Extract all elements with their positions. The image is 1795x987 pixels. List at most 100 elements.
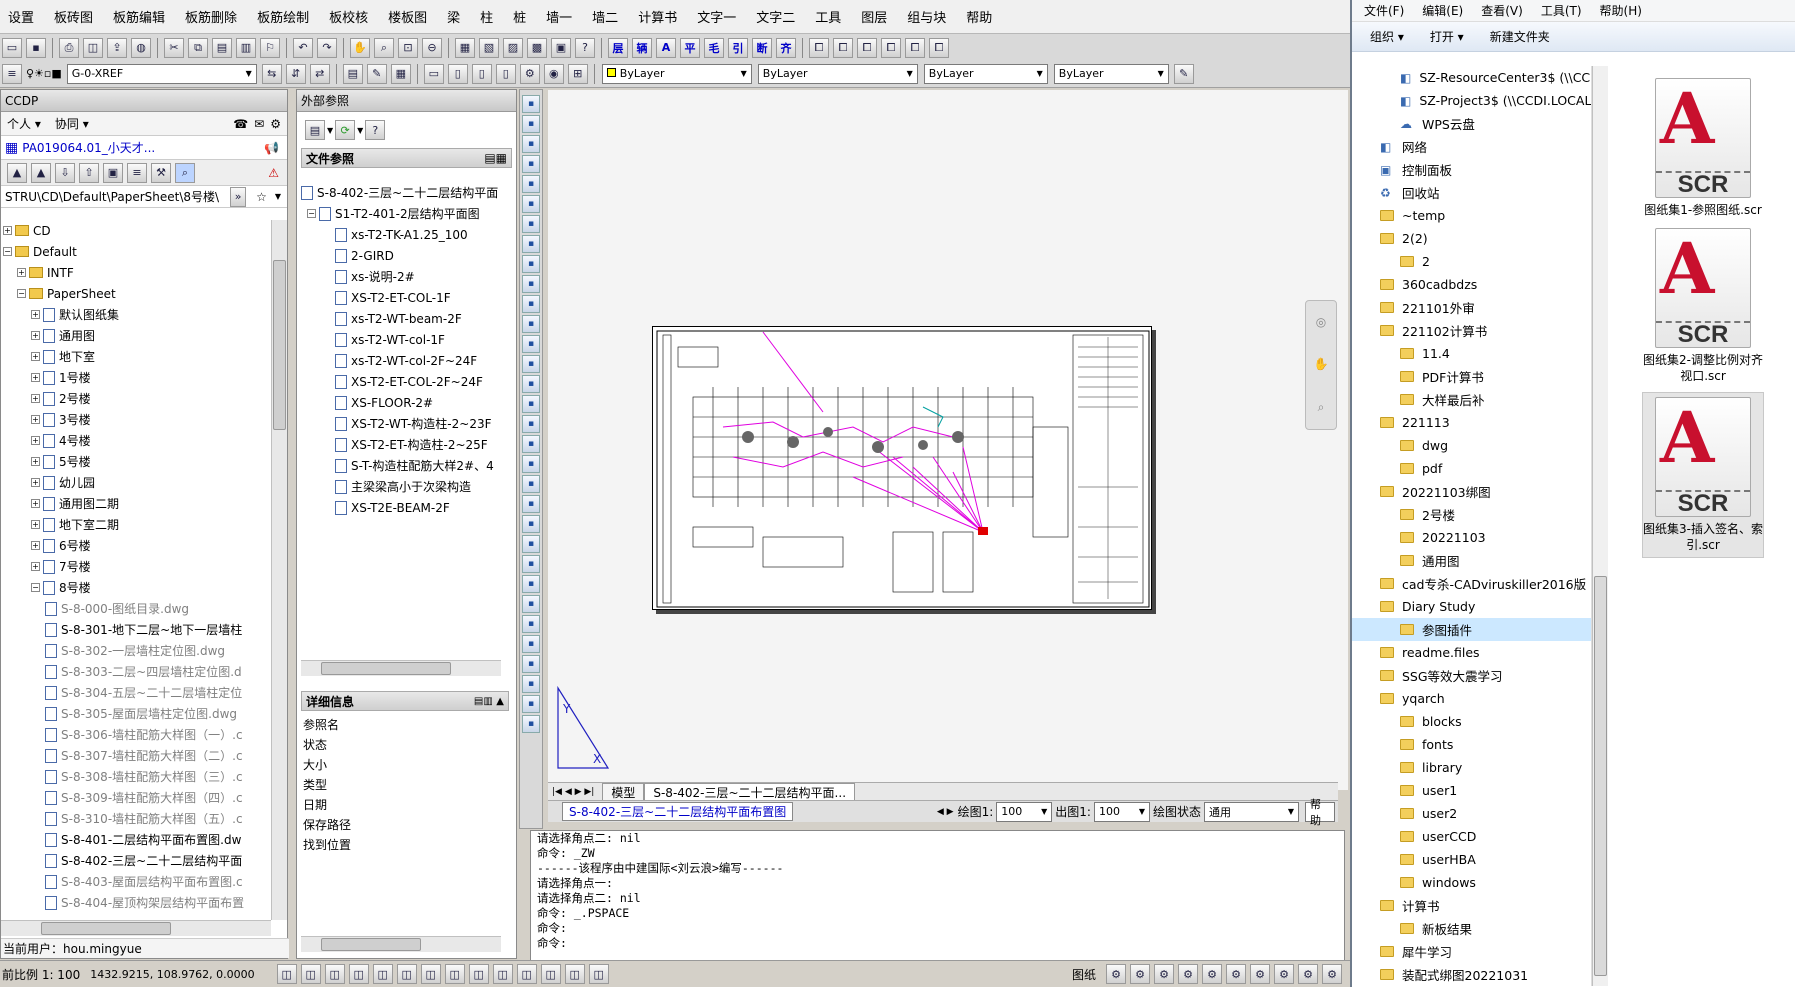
tree-folder-item[interactable]: +2号楼 (1, 388, 271, 409)
nav-item[interactable]: readme.files (1352, 641, 1591, 664)
tool-a-icon[interactable]: ▤ (342, 63, 363, 84)
notify-icon[interactable]: ⚠ (268, 166, 279, 180)
lwt-toggle-icon[interactable]: ◫ (468, 964, 489, 984)
sheetset-icon[interactable]: ▩ (527, 37, 547, 58)
mirror-icon[interactable]: ▪ (522, 315, 540, 333)
nav-item[interactable]: ◧ 网络 (1352, 135, 1591, 158)
viewport-icon[interactable]: ⚙ (1130, 964, 1150, 984)
scale-combo[interactable]: 100 ▼ (996, 801, 1053, 822)
nav-item[interactable]: dwg (1352, 434, 1591, 457)
list-icon[interactable]: ▪ (522, 415, 540, 433)
layer-prev-icon[interactable]: ⇆ (261, 63, 282, 84)
zoom-icon[interactable]: ⌕ (374, 37, 394, 58)
layout-icon-5[interactable]: ⧠ (905, 37, 925, 58)
drawing-file-item[interactable]: S-8-309-墙柱配筋大样图（四）.c (1, 787, 271, 808)
nav-item[interactable]: fonts (1352, 733, 1591, 756)
sc-toggle-icon[interactable]: ◫ (516, 964, 537, 984)
expand-icon[interactable]: + (31, 436, 40, 445)
qp-toggle-icon[interactable]: ◫ (492, 964, 513, 984)
save-icon[interactable]: ▪ (26, 37, 46, 58)
calc-icon[interactable]: ▣ (551, 37, 571, 58)
expand-icon[interactable]: + (3, 226, 12, 235)
tree-folder-item[interactable]: +4号楼 (1, 430, 271, 451)
nav-item[interactable]: windows (1352, 871, 1591, 894)
tree-folder-item[interactable]: +7号楼 (1, 556, 271, 577)
cn-tool-button[interactable]: 层 (608, 37, 628, 58)
chevron-down-icon[interactable]: ▼ (357, 126, 363, 135)
paper-sheet[interactable] (652, 326, 1152, 610)
arrow-right-icon[interactable]: ▪ (522, 95, 540, 113)
layer-iso-icon[interactable]: ⇵ (285, 63, 306, 84)
xref-item[interactable]: xs-T2-WT-col-1F (301, 329, 501, 350)
list-view-icon[interactable]: ▤▦ (484, 151, 507, 165)
expand-icon[interactable]: + (31, 310, 40, 319)
collapse-icon[interactable]: ▤▥ ▲ (474, 696, 504, 707)
trim-icon[interactable]: ▪ (522, 675, 540, 693)
scr-file-tile[interactable]: A SCR 图纸集3-插入签名、索引.scr (1642, 392, 1764, 558)
chevron-down-icon[interactable]: ▼ (327, 126, 333, 135)
tab-layout[interactable]: S-8-402-三层~二十二层结构平面... (644, 782, 856, 801)
isolate-icon[interactable]: ⚙ (1274, 964, 1294, 984)
am-toggle-icon[interactable]: ◫ (540, 964, 561, 984)
explorer-menu-item[interactable]: 文件(F) (1364, 2, 1404, 19)
upload-icon[interactable]: ⇧ (79, 162, 99, 183)
star-icon[interactable]: ☆ (256, 190, 267, 204)
nav-item[interactable]: ♻ 回收站 (1352, 181, 1591, 204)
menu-item[interactable]: 板筋删除 (185, 7, 237, 26)
drawing-file-item[interactable]: S-8-304-五层~二十二层墙柱定位 (1, 682, 271, 703)
cn-tool-button[interactable]: 平 (680, 37, 700, 58)
nav-item[interactable]: SSG等效大震学习 (1352, 664, 1591, 687)
tree-folder-item[interactable]: +3号楼 (1, 409, 271, 430)
scr-file-tile[interactable]: A SCR 图纸集1-参照图纸.scr (1642, 78, 1764, 218)
db-icon[interactable]: ▪ (522, 435, 540, 453)
zoom-prev-icon[interactable]: ⊖ (422, 37, 442, 58)
xref-item[interactable]: XS-T2-ET-构造柱-2~25F (301, 434, 501, 455)
scroll-thumb[interactable] (273, 260, 286, 430)
menu-item[interactable]: 墙一 (546, 7, 572, 26)
tool-d-icon[interactable]: ▭ (423, 63, 444, 84)
xref-item[interactable]: xs-T2-WT-beam-2F (301, 308, 501, 329)
expand-icon[interactable]: + (31, 541, 40, 550)
snap-toggle-icon[interactable]: ◫ (276, 964, 297, 984)
pencil-icon[interactable]: ▪ (522, 495, 540, 513)
slab-icon[interactable]: ▪ (522, 355, 540, 373)
nav-item[interactable]: 装配式绑图20221031 (1352, 963, 1591, 986)
tree-folder-item[interactable]: + 默认图纸集 (1, 304, 271, 325)
tool-h-icon[interactable]: ⚙ (519, 63, 540, 84)
nav-item[interactable]: 通用图 (1352, 549, 1591, 572)
align-icon[interactable]: ▪ (522, 215, 540, 233)
dim-icon[interactable]: ▪ (522, 155, 540, 173)
stretch-icon[interactable]: ▪ (522, 655, 540, 673)
menu-item[interactable]: 设置 (8, 7, 34, 26)
nav-item[interactable]: cad专杀-CADviruskiller2016版 (1352, 572, 1591, 595)
tree-folder-item[interactable]: + INTF (1, 262, 271, 283)
drawing-file-item[interactable]: S-8-401-二层结构平面布置图.dw (1, 829, 271, 850)
box-icon[interactable]: ▪ (522, 575, 540, 593)
path-go-button[interactable]: » (230, 186, 247, 207)
folder-open-icon[interactable]: ▣ (103, 162, 123, 183)
explorer-menu-item[interactable]: 工具(T) (1541, 2, 1582, 19)
bar-icon[interactable]: ▪ (522, 175, 540, 193)
lineweight-combo[interactable]: ByLayer ▼ (923, 63, 1048, 84)
nav-item[interactable]: 221102计算书 (1352, 319, 1591, 342)
clean-icon[interactable]: ⚙ (1298, 964, 1318, 984)
attach-dwg-icon[interactable]: ▤ (305, 120, 325, 140)
tool-j-icon[interactable]: ⊞ (567, 63, 588, 84)
tree-folder-item[interactable]: + 通用图二期 (1, 493, 271, 514)
nav-item[interactable]: ▣ 控制面板 (1352, 158, 1591, 181)
cloud-icon[interactable]: ▪ (522, 555, 540, 573)
triangle-icon[interactable]: ▪ (522, 535, 540, 553)
tree-folder-item[interactable]: + CD (1, 220, 271, 241)
menu-item[interactable]: 计算书 (638, 7, 677, 26)
tool-c-icon[interactable]: ▦ (390, 63, 411, 84)
match-prop-icon[interactable]: ⚐ (260, 37, 280, 58)
menu-item[interactable]: 板筋编辑 (113, 7, 165, 26)
nav-item[interactable]: 11.4 (1352, 342, 1591, 365)
tool-palette-icon[interactable]: ▨ (503, 37, 523, 58)
polar-toggle-icon[interactable]: ◫ (348, 964, 369, 984)
redo-icon[interactable]: ↷ (317, 37, 337, 58)
tag-icon[interactable]: ▪ (522, 455, 540, 473)
zoom-icon[interactable]: ⌕ (1318, 400, 1325, 415)
expand-icon[interactable]: + (31, 331, 40, 340)
otrack-toggle-icon[interactable]: ◫ (396, 964, 417, 984)
